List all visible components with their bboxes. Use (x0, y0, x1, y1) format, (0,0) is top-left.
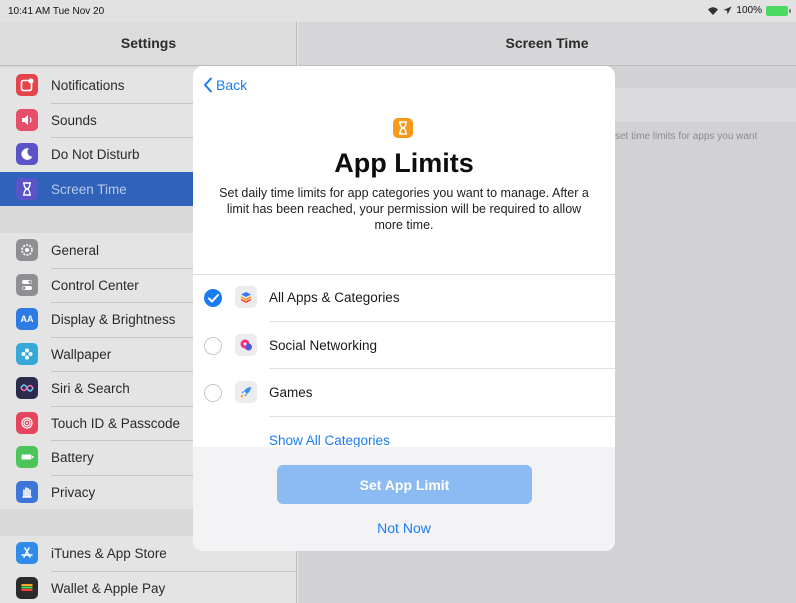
option-label: Social Networking (269, 337, 378, 353)
radio-unchecked[interactable] (204, 336, 222, 355)
flower-icon (16, 342, 38, 365)
hand-icon (16, 480, 38, 503)
hourglass-icon (393, 118, 413, 138)
radio-unchecked[interactable] (204, 384, 222, 402)
detail-header: Screen Time (298, 22, 796, 66)
chevron-left-icon (204, 77, 212, 93)
sidebar-item-label: Do Not Disturb (51, 147, 140, 162)
battery-percent: 100% (736, 5, 762, 16)
modal-title: App Limits (334, 148, 474, 178)
not-now-button[interactable]: Not Now (193, 520, 615, 536)
set-app-limit-button[interactable]: Set App Limit (277, 465, 532, 504)
notifications-icon (16, 74, 38, 96)
sidebar-item-label: Wallet & Apple Pay (51, 580, 166, 596)
option-label: All Apps & Categories (269, 290, 400, 305)
sidebar-item-label: Screen Time (51, 181, 127, 197)
sidebar-item-label: Touch ID & Passcode (51, 415, 181, 431)
sidebar-header: Settings (0, 22, 296, 66)
back-button[interactable]: Back (203, 75, 247, 95)
sidebar-title: Settings (120, 35, 177, 51)
app-limits-modal: Back App Limits Set daily time limits fo… (193, 66, 615, 551)
sidebar-item-label: Control Center (51, 277, 139, 293)
battery-icon (766, 5, 791, 16)
sidebar-item-label: Siri & Search (51, 381, 130, 396)
sidebar-item-wallet-apple-pay[interactable]: Wallet & Apple Pay (0, 570, 296, 603)
sidebar-item-label: General (51, 243, 100, 258)
detail-hint-text: set time limits for apps you want (615, 131, 758, 142)
siri-icon (16, 377, 38, 399)
fingerprint-icon (16, 411, 38, 434)
option-label: Games (269, 385, 313, 400)
option-social-networking[interactable]: Social Networking (193, 322, 615, 370)
show-all-categories-link[interactable]: Show All Categories (269, 433, 390, 448)
category-list: All Apps & Categories Social Networking … (193, 274, 615, 417)
moon-icon (16, 143, 38, 165)
text-size-icon: AA (16, 308, 38, 330)
sidebar-item-label: Notifications (51, 78, 125, 93)
sidebar-item-label: Battery (51, 450, 94, 465)
layers-icon (235, 286, 257, 308)
option-all-apps-categories[interactable]: All Apps & Categories (193, 274, 615, 322)
status-time: 10:41 AM Tue Nov 20 (8, 6, 105, 17)
sidebar-item-label: Privacy (51, 484, 96, 500)
back-label: Back (216, 77, 248, 93)
hourglass-icon (16, 177, 38, 200)
speaker-icon (16, 108, 38, 131)
detail-title: Screen Time (505, 35, 589, 51)
checkmark-icon (208, 294, 219, 303)
wallet-icon (16, 576, 38, 599)
sidebar-item-label: iTunes & App Store (51, 546, 167, 561)
battery-icon (16, 446, 38, 468)
modal-footer: Set App Limit Not Now (193, 447, 615, 551)
location-icon (723, 6, 732, 15)
wifi-icon (708, 6, 719, 15)
status-indicators: 100% (707, 5, 791, 16)
sidebar-item-label: Wallpaper (51, 346, 112, 362)
radio-checked[interactable] (204, 289, 222, 307)
rocket-icon (235, 381, 257, 403)
sidebar-item-label: Sounds (51, 112, 97, 128)
chat-bubbles-icon (235, 333, 257, 356)
status-bar: 10:41 AM Tue Nov 20 100% (0, 0, 796, 22)
modal-description: Set daily time limits for app categories… (219, 186, 589, 232)
option-games[interactable]: Games (193, 369, 615, 417)
switches-icon (16, 273, 38, 296)
app-store-icon (16, 542, 38, 564)
sidebar-item-label: Display & Brightness (51, 312, 176, 327)
gear-icon (16, 239, 38, 261)
